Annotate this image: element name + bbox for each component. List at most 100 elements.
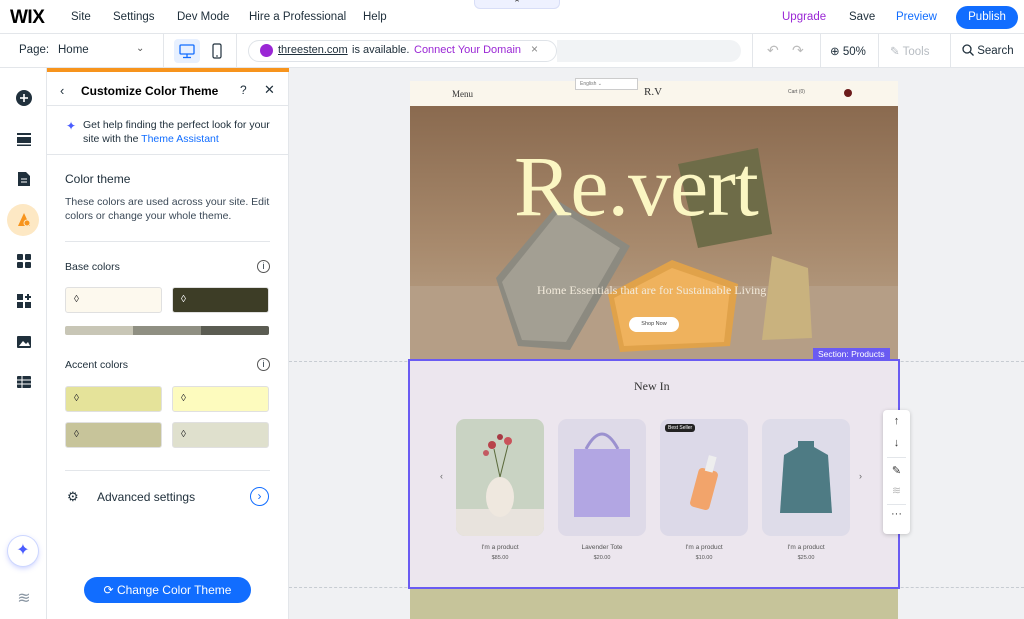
move-up-icon[interactable]: ↑	[883, 415, 910, 427]
domain-status: is available.	[352, 44, 410, 56]
account-icon[interactable]	[844, 89, 852, 97]
editor-toolbar: Page: Home ⌄ threesten.com is available.…	[0, 34, 1024, 68]
menu-settings[interactable]: Settings	[113, 11, 155, 23]
upgrade-link[interactable]: Upgrade	[782, 11, 826, 23]
ai-assistant-icon[interactable]: ✦	[8, 536, 38, 566]
divider	[163, 34, 164, 68]
tools-label: Tools	[902, 46, 930, 58]
color-strip-segment[interactable]	[133, 326, 201, 335]
section-title: Color theme	[65, 172, 131, 186]
edit-icon[interactable]: ✎	[883, 464, 910, 477]
color-drop-icon: ◊	[181, 294, 186, 305]
menu-hire-professional[interactable]: Hire a Professional	[249, 11, 346, 23]
publish-button[interactable]: Publish	[956, 6, 1018, 29]
redo-icon[interactable]: ↷	[792, 42, 804, 59]
cms-icon[interactable]	[13, 371, 35, 393]
base-color-swatch-dark[interactable]: ◊	[172, 287, 269, 313]
editor-canvas: Menu English ⌄ R.V Cart (0) Re.vert Home…	[289, 68, 1024, 619]
search-button[interactable]: Search	[962, 44, 1014, 57]
product-name[interactable]: I'm a product	[660, 544, 748, 551]
page-label: Page:	[19, 44, 50, 56]
tote-bag-image	[574, 432, 630, 517]
layers-icon[interactable]: ≋	[883, 484, 910, 497]
color-drop-icon: ◊	[181, 393, 186, 404]
design-icon[interactable]	[13, 209, 35, 231]
accent-colors-label: Accent colors	[65, 359, 129, 371]
advanced-settings-label[interactable]: Advanced settings	[97, 490, 195, 504]
add-icon[interactable]	[13, 87, 35, 109]
close-icon[interactable]: ✕	[264, 82, 275, 98]
help-icon[interactable]: ?	[240, 83, 247, 97]
collapse-handle[interactable]: ⌃	[474, 0, 560, 9]
wix-logo[interactable]: WIX	[10, 7, 45, 29]
product-price: $20.00	[593, 555, 611, 561]
menu-site[interactable]: Site	[71, 11, 91, 23]
divider	[47, 154, 289, 155]
chevron-right-icon[interactable]: ›	[859, 471, 862, 481]
products-section[interactable]: Section: Products New In ‹ › Best Seller…	[408, 348, 900, 589]
accent-color-swatch-4[interactable]: ◊	[172, 422, 269, 448]
back-icon[interactable]: ‹	[60, 83, 64, 98]
media-icon[interactable]	[13, 331, 35, 353]
best-seller-badge: Best Seller	[665, 424, 696, 432]
info-icon[interactable]: i	[257, 358, 270, 371]
menu-help[interactable]: Help	[363, 11, 387, 23]
mobile-view-button[interactable]	[207, 39, 227, 63]
close-icon[interactable]: ×	[531, 42, 538, 56]
undo-icon[interactable]: ↶	[767, 42, 779, 59]
shop-now-button[interactable]: Shop Now	[629, 317, 679, 332]
accent-color-swatch-2[interactable]: ◊	[172, 386, 269, 412]
info-icon[interactable]: i	[257, 260, 270, 273]
zoom-control[interactable]: ⊕ 50%	[830, 44, 866, 58]
desktop-icon	[179, 44, 195, 59]
zoom-in-icon: ⊕	[830, 46, 840, 58]
tools-button[interactable]: ✎ Tools	[890, 44, 930, 58]
sections-icon[interactable]	[13, 128, 35, 150]
site-menu-link[interactable]: Menu	[452, 89, 473, 99]
save-button[interactable]: Save	[849, 11, 875, 23]
page-select[interactable]: Home	[58, 44, 89, 56]
accent-color-swatch-3[interactable]: ◊	[65, 422, 162, 448]
product-name[interactable]: I'm a product	[762, 544, 850, 551]
preview-button[interactable]: Preview	[896, 11, 937, 23]
chevron-left-icon[interactable]: ‹	[440, 471, 443, 481]
business-icon[interactable]	[13, 290, 35, 312]
site-logo[interactable]: R.V	[644, 86, 662, 98]
more-icon[interactable]: ···	[883, 508, 910, 520]
move-down-icon[interactable]: ↓	[883, 437, 910, 449]
menu-dev-mode[interactable]: Dev Mode	[177, 11, 229, 23]
theme-assistant-link[interactable]: Theme Assistant	[141, 133, 219, 145]
product-name[interactable]: Lavender Tote	[558, 544, 646, 551]
product-name[interactable]: I'm a product	[456, 544, 544, 551]
product-card[interactable]	[456, 419, 544, 536]
language-value: English	[580, 81, 597, 87]
connect-domain-link[interactable]: Connect Your Domain	[414, 44, 521, 56]
domain-name[interactable]: threesten.com	[278, 44, 348, 56]
customize-color-theme-panel: ‹ Customize Color Theme ? ✕ ✦ Get help f…	[47, 68, 289, 619]
product-card[interactable]	[558, 419, 646, 536]
product-card[interactable]: Best Seller	[660, 419, 748, 536]
accent-color-swatch-1[interactable]: ◊	[65, 386, 162, 412]
site-page: Menu English ⌄ R.V Cart (0) Re.vert Home…	[408, 78, 900, 619]
layers-icon[interactable]: ≋	[13, 588, 35, 610]
apps-icon[interactable]	[13, 250, 35, 272]
panel-title: Customize Color Theme	[81, 84, 219, 98]
color-drop-icon: ◊	[181, 429, 186, 440]
next-section[interactable]	[410, 589, 898, 619]
color-strip-segment[interactable]	[201, 326, 269, 335]
change-color-theme-button[interactable]: ⟳ Change Color Theme	[84, 577, 251, 603]
product-card[interactable]	[762, 419, 850, 536]
color-strip-segment[interactable]	[65, 326, 133, 335]
language-select[interactable]: English ⌄	[575, 78, 638, 90]
cart-link[interactable]: Cart (0)	[788, 89, 805, 95]
panel-accent-bar	[47, 68, 289, 72]
divider	[878, 34, 879, 68]
chevron-down-icon[interactable]: ⌄	[136, 43, 144, 54]
section-toolbar: ↑ ↓ ✎ ≋ ···	[883, 410, 910, 534]
pages-icon[interactable]	[13, 168, 35, 190]
product-price: $25.00	[797, 555, 815, 561]
desktop-view-button[interactable]	[174, 39, 200, 63]
chevron-right-icon[interactable]: ›	[250, 487, 269, 506]
hero-section[interactable]: Re.vert Home Essentials that are for Sus…	[410, 106, 898, 360]
base-color-swatch-light[interactable]: ◊	[65, 287, 162, 313]
